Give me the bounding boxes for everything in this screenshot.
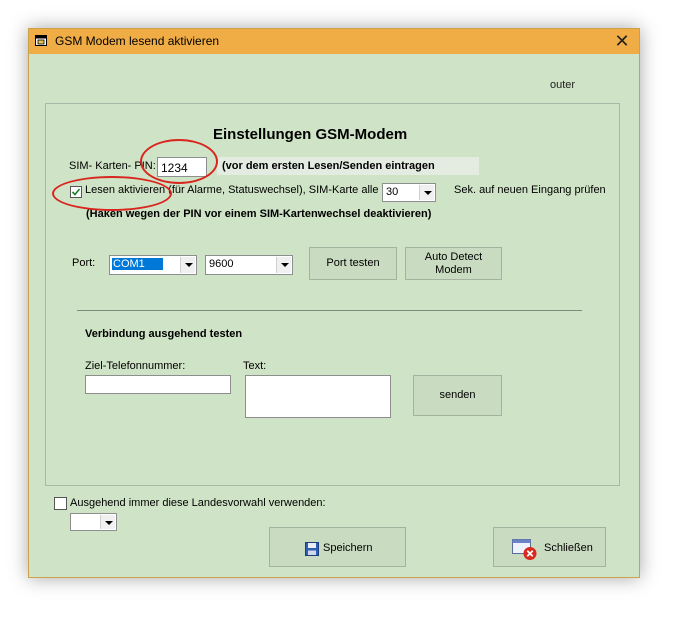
port-test-button[interactable]: Port testen [309,247,397,280]
send-button[interactable]: senden [413,375,502,416]
title-bar[interactable]: GSM Modem lesend aktivieren ✕ [29,29,639,54]
interval-suffix: Sek. auf neuen Eingang prüfen [454,184,606,196]
annotation-circle-read [52,176,172,211]
close-dialog-button-label: Schließen [544,542,593,554]
app-window-icon [35,35,47,46]
interval-value: 30 [386,186,399,198]
chevron-down-icon[interactable] [180,257,195,273]
sim-pin-hint: (vor dem ersten Lesen/Senden eintragen [222,160,435,172]
text-label: Text: [243,360,267,372]
pin-warning: (Haken wegen der PIN vor einem SIM-Karte… [86,208,432,220]
baud-select[interactable]: 9600 [205,255,293,275]
auto-detect-button[interactable]: Auto Detect Modem [405,247,502,280]
phone-label: Ziel-Telefonnummer: [85,360,186,372]
save-button[interactable]: Speichern [269,527,406,567]
port-label: Port: [72,257,96,269]
phone-input[interactable] [85,375,231,394]
section-divider [77,310,582,311]
window-title: GSM Modem lesend aktivieren [55,34,220,48]
chevron-down-icon[interactable] [276,257,291,273]
save-button-label: Speichern [323,542,373,554]
dialog-window: GSM Modem lesend aktivieren ✕ outer Eins… [28,28,640,578]
message-textarea[interactable] [245,375,391,418]
outgoing-heading: Verbindung ausgehend testen [85,328,243,340]
annotation-circle-pin [140,139,218,184]
country-code-select[interactable] [70,513,117,531]
country-code-checkbox[interactable] [54,497,67,510]
port-select[interactable]: COM1 [109,255,197,275]
port-value: COM1 [112,258,163,270]
chevron-down-icon[interactable] [419,185,434,200]
baud-value: 9600 [209,258,234,270]
country-code-label: Ausgehend immer diese Landesvorwahl verw… [70,497,326,509]
router-label: outer [550,79,576,91]
interval-select[interactable]: 30 [382,183,436,202]
close-window-icon [512,539,537,560]
close-dialog-button[interactable]: Schließen [493,527,606,567]
floppy-disk-icon [305,542,319,556]
close-icon[interactable]: ✕ [605,29,639,54]
chevron-down-icon[interactable] [100,515,115,529]
settings-heading: Einstellungen GSM-Modem [213,126,408,143]
